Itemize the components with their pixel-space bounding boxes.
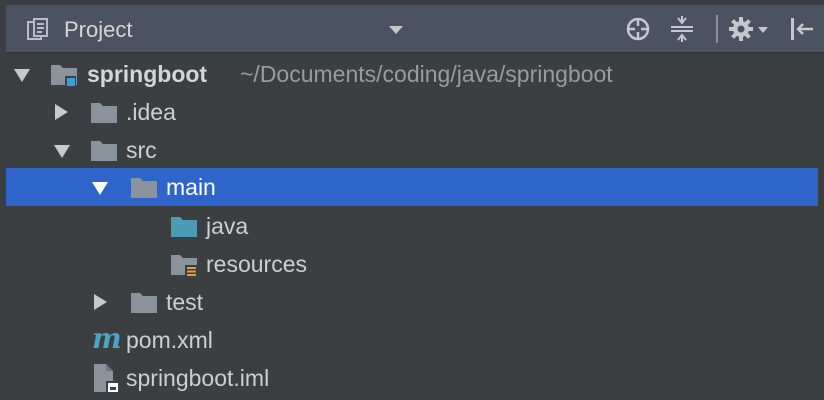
chevron-down-icon[interactable] bbox=[389, 26, 403, 34]
settings-gear-icon[interactable] bbox=[728, 15, 770, 43]
source-folder-icon bbox=[171, 217, 197, 237]
folder-icon bbox=[131, 293, 157, 313]
folder-icon bbox=[91, 103, 117, 123]
tree-node-label: springboot bbox=[87, 61, 208, 87]
project-icon bbox=[27, 18, 48, 40]
collapse-all-icon[interactable] bbox=[668, 15, 696, 43]
module-file-icon bbox=[94, 364, 119, 393]
tree-node-main[interactable]: main bbox=[6, 168, 818, 206]
tree-node-src[interactable]: src bbox=[0, 131, 824, 169]
resources-folder-icon bbox=[171, 255, 197, 278]
tree-node-idea[interactable]: .idea bbox=[0, 93, 824, 131]
tree-node-resources[interactable]: resources bbox=[0, 245, 824, 283]
tree-node-test[interactable]: test bbox=[0, 283, 824, 321]
collapsed-arrow-icon[interactable] bbox=[94, 294, 107, 310]
folder-icon bbox=[91, 141, 117, 161]
tree-node-label: test bbox=[166, 289, 204, 315]
panel-title: Project bbox=[64, 17, 133, 42]
tree-node-label: resources bbox=[206, 251, 307, 277]
expanded-arrow-icon[interactable] bbox=[54, 145, 70, 158]
project-panel-header: Project bbox=[6, 5, 824, 53]
project-view-selector[interactable]: Project bbox=[6, 5, 406, 53]
maven-icon: m bbox=[92, 322, 122, 355]
tree-node-label: java bbox=[206, 213, 249, 239]
tree-node-label: .idea bbox=[126, 99, 176, 125]
tree-node-java[interactable]: java bbox=[0, 207, 824, 245]
project-path: ~/Documents/coding/java/springboot bbox=[240, 61, 613, 87]
locate-icon[interactable] bbox=[624, 15, 652, 43]
tree-node-label: main bbox=[166, 174, 216, 200]
expanded-arrow-icon[interactable] bbox=[92, 182, 108, 195]
tree-node-label: pom.xml bbox=[126, 327, 213, 353]
collapsed-arrow-icon[interactable] bbox=[55, 104, 68, 120]
tree-node-springboot[interactable]: springboot ~/Documents/coding/java/sprin… bbox=[0, 55, 824, 93]
tree-node-springboot-iml[interactable]: springboot.iml bbox=[0, 359, 824, 397]
tree-node-pom-xml[interactable]: m pom.xml bbox=[0, 321, 824, 359]
tree-node-label: springboot.iml bbox=[126, 365, 270, 391]
hide-panel-icon[interactable] bbox=[788, 15, 816, 43]
expanded-arrow-icon[interactable] bbox=[14, 69, 30, 82]
module-folder-icon bbox=[51, 65, 77, 87]
project-tree: springboot ~/Documents/coding/java/sprin… bbox=[0, 53, 824, 400]
project-tool-window: Project springboot ~/Documents/coding/ja… bbox=[0, 0, 824, 400]
tree-node-label: src bbox=[126, 137, 157, 163]
toolbar-separator bbox=[716, 15, 718, 43]
folder-icon bbox=[131, 178, 157, 198]
